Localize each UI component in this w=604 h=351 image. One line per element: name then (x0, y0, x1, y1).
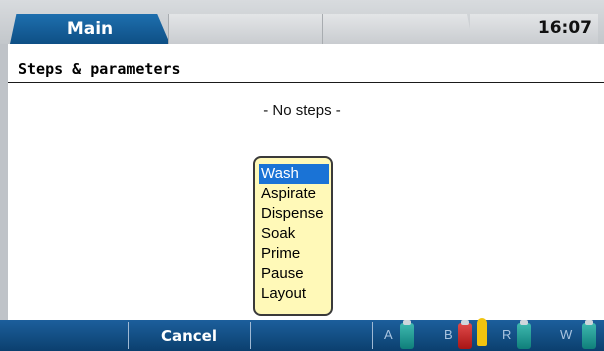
menu-item-aspirate[interactable]: Aspirate (259, 184, 329, 204)
bottle-b-label: B (444, 327, 453, 342)
tab-2[interactable] (168, 14, 329, 44)
bottle-w-label: W (560, 327, 573, 342)
section-header: Steps & parameters (8, 58, 604, 83)
menu-item-soak[interactable]: Soak (259, 224, 329, 244)
bottle-a-label: A (384, 327, 393, 342)
bottom-divider (372, 322, 373, 349)
menu-item-pause[interactable]: Pause (259, 264, 329, 284)
menu-item-dispense[interactable]: Dispense (259, 204, 329, 224)
warning-icon (477, 318, 487, 346)
tab-3[interactable] (322, 14, 473, 44)
tab-main[interactable]: Main (10, 14, 170, 44)
softkey-3-button[interactable] (250, 320, 372, 351)
bottle-a-icon (400, 320, 414, 349)
cancel-label: Cancel (160, 326, 217, 345)
bottle-b-icon (458, 320, 472, 349)
step-type-menu: Wash Aspirate Dispense Soak Prime Pause … (253, 156, 333, 316)
bottle-w-icon (582, 320, 596, 349)
clock: 16:07 (537, 18, 592, 38)
softkey-1-button[interactable] (0, 320, 128, 351)
page-title: Steps & parameters (18, 60, 181, 78)
menu-item-layout[interactable]: Layout (259, 284, 329, 304)
menu-item-prime[interactable]: Prime (259, 244, 329, 264)
empty-steps-message: - No steps - (263, 102, 341, 119)
menu-item-wash[interactable]: Wash (259, 164, 329, 184)
cancel-button[interactable]: Cancel (128, 320, 250, 351)
bottle-r-label: R (502, 327, 512, 342)
bottle-r-icon (517, 320, 531, 349)
tab-main-label: Main (66, 19, 114, 39)
